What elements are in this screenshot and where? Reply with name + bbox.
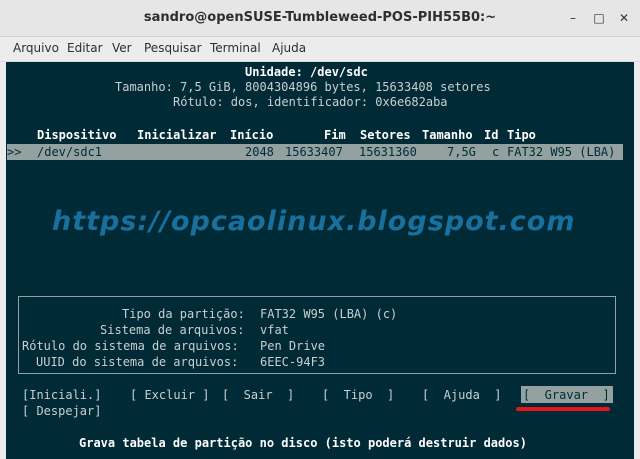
- row-cursor: >>: [7, 145, 22, 159]
- maximize-icon[interactable]: □: [591, 10, 607, 26]
- status-message: Grava tabela de partição no disco (isto …: [79, 436, 527, 450]
- row-start: 2048: [245, 145, 274, 159]
- row-type: FAT32 W95 (LBA): [507, 145, 616, 159]
- terminal-window: sandro@openSUSE-Tumbleweed-POS-PIH55B0:~…: [0, 0, 640, 459]
- close-icon[interactable]: ✕: [616, 10, 632, 26]
- col-end: Fim: [324, 128, 346, 142]
- disk-label-line: Rótulo: dos, identificador: 0x6e682aba: [173, 95, 448, 109]
- detail-fslabel-value: Pen Drive: [260, 339, 326, 353]
- delete-button[interactable]: [ Excluir ]: [130, 388, 209, 403]
- menu-ajuda[interactable]: Ajuda: [272, 41, 306, 55]
- help-button[interactable]: [ Ajuda ]: [422, 388, 501, 403]
- row-size: 7,5G: [447, 145, 476, 159]
- window-title: sandro@openSUSE-Tumbleweed-POS-PIH55B0:~: [143, 10, 497, 25]
- menu-terminal[interactable]: Terminal: [210, 41, 261, 55]
- menu-editar[interactable]: Editar: [67, 41, 103, 55]
- col-type: Tipo: [507, 128, 536, 142]
- menu-arquivo[interactable]: Arquivo: [13, 41, 59, 55]
- write-button[interactable]: [ Gravar ]: [523, 388, 610, 403]
- detail-type-value: FAT32 W95 (LBA) (c): [260, 307, 398, 321]
- minimize-icon[interactable]: –: [565, 10, 581, 26]
- col-size: Tamanho: [422, 128, 473, 142]
- detail-uuid-value: 6EEC-94F3: [260, 355, 326, 369]
- row-end: 15633407: [285, 145, 343, 159]
- red-underline: [516, 407, 610, 411]
- col-sectors: Setores: [360, 128, 411, 142]
- watermark-text: https://opcaolinux.blogspot.com: [52, 206, 576, 237]
- row-device: /dev/sdc1: [37, 145, 103, 159]
- col-boot: Inicializar: [137, 128, 217, 142]
- menu-pesquisar[interactable]: Pesquisar: [144, 41, 202, 55]
- row-sectors: 15631360: [359, 145, 417, 159]
- dump-button[interactable]: [ Despejar]: [22, 404, 101, 419]
- unit-heading: Unidade: /dev/sdc: [245, 65, 368, 79]
- detail-uuid-label: UUID do sistema de arquivos:: [36, 355, 239, 369]
- new-button[interactable]: [Iniciali.]: [22, 388, 101, 403]
- type-button[interactable]: [ Tipo ]: [322, 388, 394, 403]
- quit-button[interactable]: [ Sair ]: [222, 388, 294, 403]
- disk-size-line: Tamanho: 7,5 GiB, 8004304896 bytes, 1563…: [115, 80, 491, 94]
- col-id: Id: [484, 128, 499, 142]
- detail-fs-value: vfat: [260, 323, 289, 337]
- row-id: c: [492, 145, 500, 159]
- detail-fslabel-label: Rótulo do sistema de arquivos:: [22, 339, 239, 353]
- col-start: Início: [230, 128, 274, 142]
- detail-type-label: Tipo da partição:: [122, 307, 245, 321]
- menu-bar: Arquivo Editar Ver Pesquisar Terminal Aj…: [0, 37, 640, 62]
- terminal-area[interactable]: Unidade: /dev/sdc Tamanho: 7,5 GiB, 8004…: [6, 62, 634, 459]
- col-device: Dispositivo: [37, 128, 117, 142]
- menu-ver[interactable]: Ver: [112, 41, 132, 55]
- detail-fs-label: Sistema de arquivos:: [100, 323, 245, 337]
- title-bar[interactable]: sandro@openSUSE-Tumbleweed-POS-PIH55B0:~…: [0, 0, 640, 37]
